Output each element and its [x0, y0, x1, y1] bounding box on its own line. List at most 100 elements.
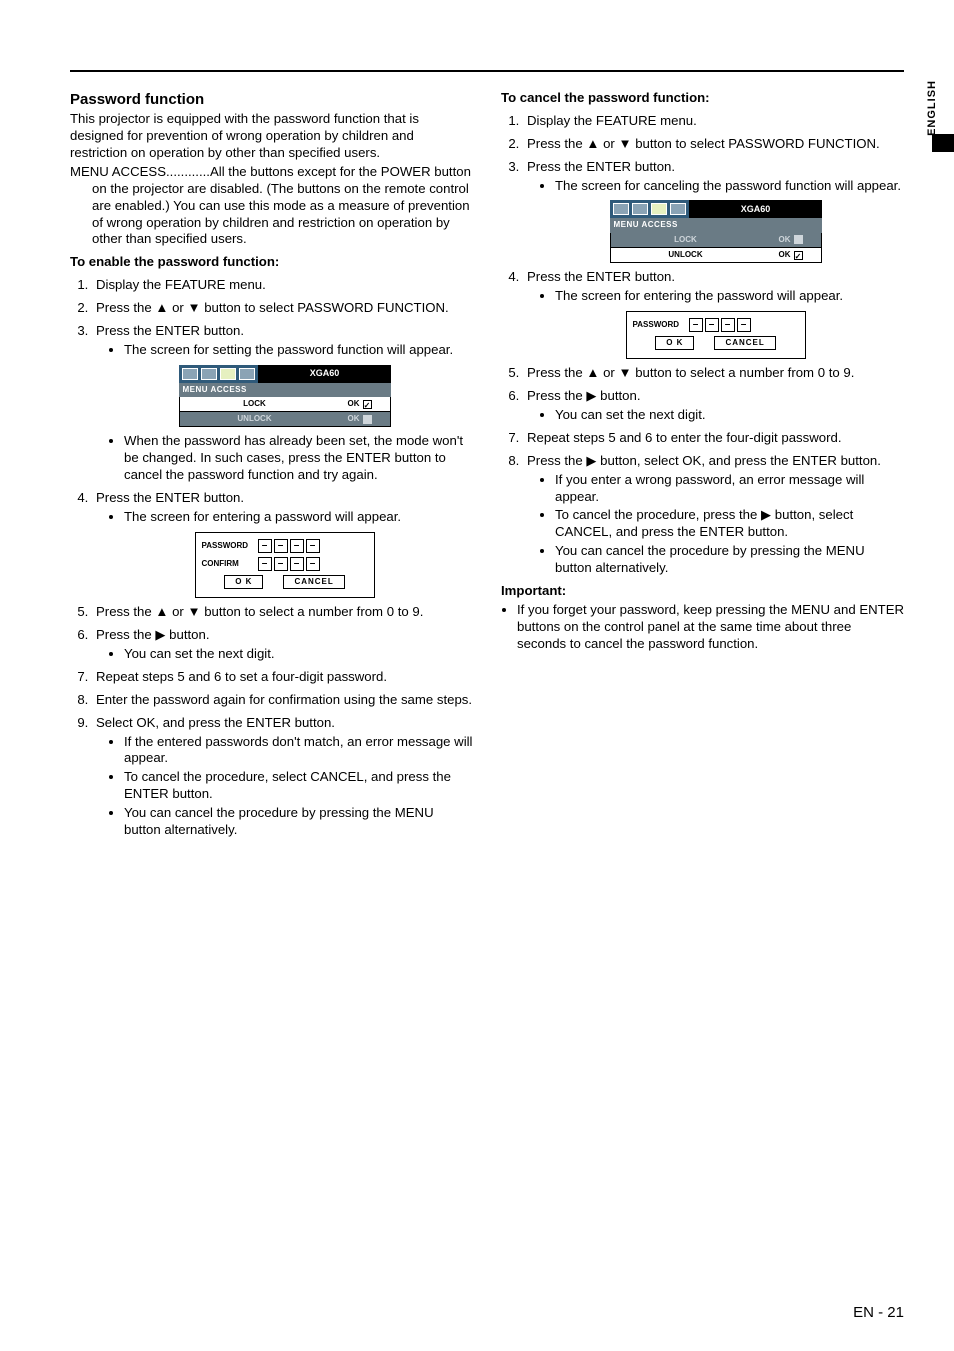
menu-model: XGA60 — [689, 200, 822, 218]
sub-bullets: The screen for entering the password wil… — [527, 288, 904, 305]
sub-bullets: The screen for canceling the password fu… — [527, 178, 904, 195]
sub-bullets: If you enter a wrong password, an error … — [527, 472, 904, 577]
menu-unlock-screen: XGA60 MENU ACCESS LOCK OK UNLOCK OK✓ — [610, 200, 822, 263]
menu-row-label: UNLOCK — [611, 248, 761, 262]
sub-bullets: When the password has already been set, … — [96, 433, 473, 484]
step-text: Press the ▲ or ▼ button to select a numb… — [96, 604, 423, 619]
sub-bullets: If the entered passwords don't match, an… — [96, 734, 473, 839]
menu-tab-icon — [182, 368, 198, 380]
confirm-digits: – – – – — [258, 557, 320, 571]
password-label: PASSWORD — [633, 320, 681, 330]
menu-row-ok: OK — [330, 412, 390, 426]
step-text: Press the ▶ button. — [96, 627, 210, 642]
menu-model: XGA60 — [258, 365, 391, 383]
step: Press the ▲ or ▼ button to select PASSWO… — [523, 136, 904, 153]
step-text: Press the ENTER button. — [527, 269, 675, 284]
bullet: You can set the next digit. — [124, 646, 473, 663]
confirm-label: CONFIRM — [202, 559, 250, 569]
digit-box: – — [705, 318, 719, 332]
bullet: The screen for canceling the password fu… — [555, 178, 904, 195]
menu-row-lock: LOCK OK✓ — [179, 397, 391, 412]
bullet: To cancel the procedure, select CANCEL, … — [124, 769, 473, 803]
right-column: To cancel the password function: Display… — [501, 90, 904, 841]
digit-box: – — [290, 539, 304, 553]
step-text: Press the ▲ or ▼ button to select PASSWO… — [96, 300, 449, 315]
menu-tab-icon — [201, 368, 217, 380]
bullet: You can cancel the procedure by pressing… — [555, 543, 904, 577]
sub-bullets: The screen for entering a password will … — [96, 509, 473, 526]
digit-box: – — [721, 318, 735, 332]
password-entry-screen: PASSWORD – – – – O K CANCEL — [626, 311, 806, 359]
section-title: Password function — [70, 90, 473, 109]
checkbox-icon — [363, 415, 372, 424]
bullet: The screen for entering the password wil… — [555, 288, 904, 305]
sub-bullets: You can set the next digit. — [96, 646, 473, 663]
menu-tab-icon — [632, 203, 648, 215]
step: Press the ENTER button. The screen for e… — [523, 269, 904, 359]
bullet: The screen for entering a password will … — [124, 509, 473, 526]
checkbox-icon: ✓ — [363, 400, 372, 409]
bullet: You can set the next digit. — [555, 407, 904, 424]
password-digits: – – – – — [689, 318, 751, 332]
step: Press the ENTER button. The screen for c… — [523, 159, 904, 263]
page-number: EN - 21 — [853, 1304, 904, 1321]
menu-row-label: LOCK — [180, 397, 330, 411]
menu-tab-icons — [610, 200, 689, 218]
enable-steps: Display the FEATURE menu. Press the ▲ or… — [70, 277, 473, 839]
sub-bullets: The screen for setting the password func… — [96, 342, 473, 359]
digit-box: – — [689, 318, 703, 332]
menu-tab-icons — [179, 365, 258, 383]
step-text: Press the ▶ button, select OK, and press… — [527, 453, 881, 468]
menu-row-lock: LOCK OK — [610, 233, 822, 248]
step: Repeat steps 5 and 6 to enter the four-d… — [523, 430, 904, 447]
step: Enter the password again for confirmatio… — [92, 692, 473, 709]
two-column-layout: Password function This projector is equi… — [70, 90, 904, 841]
step-text: Press the ▲ or ▼ button to select PASSWO… — [527, 136, 880, 151]
bullet: You can cancel the procedure by pressing… — [124, 805, 473, 839]
menu-row-unlock: UNLOCK OK — [179, 412, 391, 427]
menu-section: MENU ACCESS — [179, 383, 391, 397]
document-page: ENGLISH Password function This projector… — [0, 0, 954, 1351]
menu-row-unlock: UNLOCK OK✓ — [610, 248, 822, 263]
step: Press the ENTER button. The screen for s… — [92, 323, 473, 484]
menu-tab-icon — [613, 203, 629, 215]
side-black-mark — [932, 134, 954, 152]
step-text: Press the ENTER button. — [96, 323, 244, 338]
bullet: When the password has already been set, … — [124, 433, 473, 484]
digit-box: – — [306, 557, 320, 571]
step: Press the ▲ or ▼ button to select a numb… — [523, 365, 904, 382]
ok-button: O K — [224, 575, 263, 589]
step: Press the ▶ button. You can set the next… — [523, 388, 904, 424]
top-rule — [70, 70, 904, 72]
cancel-steps: Display the FEATURE menu. Press the ▲ or… — [501, 113, 904, 577]
digit-box: – — [274, 539, 288, 553]
bullet: To cancel the procedure, press the ▶ but… — [555, 507, 904, 541]
ok-button: O K — [655, 336, 694, 350]
digit-box: – — [306, 539, 320, 553]
bullet: If the entered passwords don't match, an… — [124, 734, 473, 768]
password-digits: – – – – — [258, 539, 320, 553]
menu-row-label: LOCK — [611, 233, 761, 247]
step-text: Press the ENTER button. — [527, 159, 675, 174]
bullet: The screen for setting the password func… — [124, 342, 473, 359]
cancel-subhead: To cancel the password function: — [501, 90, 904, 107]
cancel-button: CANCEL — [714, 336, 775, 350]
digit-box: – — [290, 557, 304, 571]
step-text: Select OK, and press the ENTER button. — [96, 715, 335, 730]
step: Press the ▶ button, select OK, and press… — [523, 453, 904, 577]
step: Repeat steps 5 and 6 to set a four-digit… — [92, 669, 473, 686]
step: Select OK, and press the ENTER button. I… — [92, 715, 473, 839]
menu-tab-icon — [220, 368, 236, 380]
menu-tab-icon — [651, 203, 667, 215]
checkbox-icon: ✓ — [794, 251, 803, 260]
step-text: Press the ENTER button. — [96, 490, 244, 505]
step-text: Press the ▶ button. — [527, 388, 641, 403]
digit-box: – — [258, 539, 272, 553]
menu-row-ok: OK✓ — [330, 397, 390, 411]
menu-row-ok: OK✓ — [761, 248, 821, 262]
step: Press the ENTER button. The screen for e… — [92, 490, 473, 598]
password-entry-screen: PASSWORD – – – – CONFIRM – — [195, 532, 375, 598]
digit-box: – — [274, 557, 288, 571]
enable-subhead: To enable the password function: — [70, 254, 473, 271]
step: Press the ▲ or ▼ button to select a numb… — [92, 604, 473, 621]
